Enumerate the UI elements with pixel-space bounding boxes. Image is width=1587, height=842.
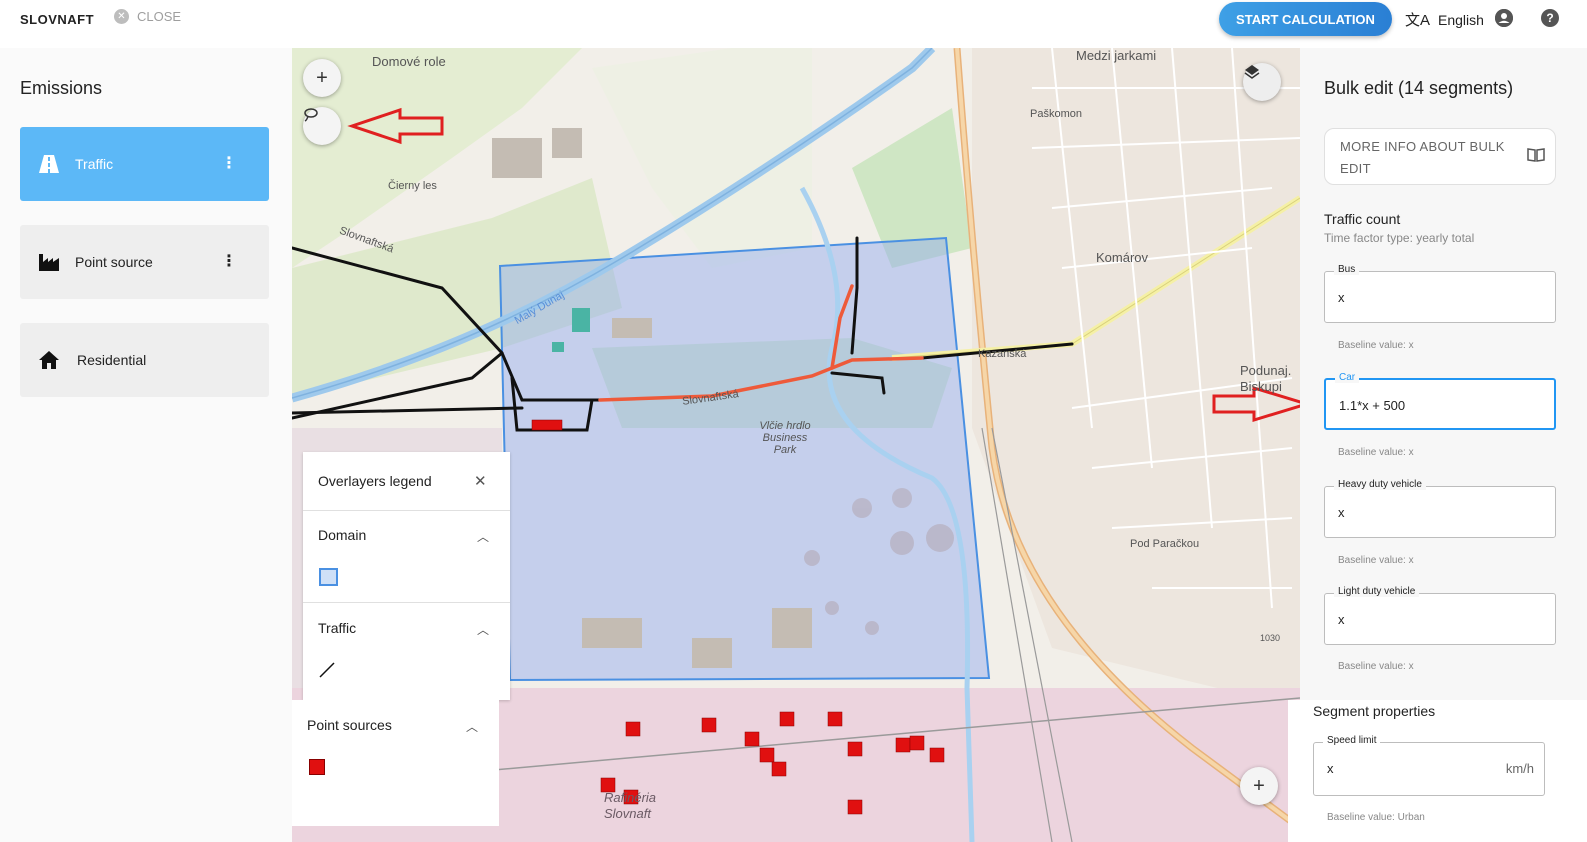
legend-title: Overlayers legend [318,473,432,489]
field-label: Heavy duty vehicle [1334,479,1426,490]
close-button[interactable]: ✕ CLOSE [114,9,181,24]
more-info-label: MORE INFO ABOUT BULK EDIT [1340,139,1505,176]
traffic-line-swatch [319,662,335,678]
category-traffic[interactable]: Traffic ⋮ [20,127,269,201]
bulk-edit-title: Bulk edit (14 segments) [1324,78,1514,98]
field-value: x [1338,612,1345,627]
category-residential[interactable]: Residential [20,323,269,397]
emissions-panel: Emissions Traffic ⋮ Point source ⋮ Resid… [0,48,292,842]
point-source-swatch [309,759,325,775]
baseline-value: Baseline value: x [1338,340,1414,351]
zoom-in-button[interactable]: + [303,59,341,97]
segment-properties-panel: Segment properties Speed limit x km/h Ba… [1288,700,1587,842]
more-info-button[interactable]: MORE INFO ABOUT BULK EDIT [1324,128,1556,185]
bus-field[interactable]: Bus x [1324,264,1556,323]
map-label: Kazanská [978,348,1027,360]
legend-section-domain[interactable]: Domain [318,527,366,543]
translate-icon: 文A [1405,12,1431,29]
speed-limit-field[interactable]: Speed limit x km/h [1313,735,1545,796]
domain-swatch [319,568,338,586]
language-label: English [1438,11,1484,28]
time-factor-type: Time factor type: yearly total [1324,231,1475,245]
field-value: x [1327,761,1334,776]
map-label: Rafinéria Slovnaft [604,790,657,821]
map-label: 1030 [1260,633,1281,643]
field-unit: km/h [1505,761,1534,776]
category-label: Traffic [75,156,114,172]
chevron-up-icon[interactable]: ︿ [466,718,478,735]
road-icon [39,155,59,173]
field-value: 1.1*x + 500 [1339,398,1406,413]
baseline-value: Baseline value: x [1338,447,1414,458]
overlayers-legend-point-sources: Point sources ︿ [292,700,499,826]
zoom-in-button-secondary[interactable]: + [1240,767,1278,805]
start-calculation-button[interactable]: START CALCULATION [1219,2,1392,36]
account-icon[interactable] [1495,9,1513,27]
close-icon: ✕ [114,9,129,24]
layers-icon [1244,65,1260,79]
divider [303,510,510,511]
map-label: Domové role [372,54,446,69]
more-vert-icon[interactable]: ⋮ [221,254,237,270]
more-vert-icon[interactable]: ⋮ [221,156,237,172]
map-label: Pod Paračkou [1130,538,1200,550]
home-icon [39,351,59,369]
category-label: Point source [75,254,153,270]
field-label: Bus [1334,264,1360,275]
baseline-value: Baseline value: x [1338,661,1414,672]
lasso-select-button[interactable] [303,107,341,145]
lasso-icon [304,108,318,122]
segment-properties-heading: Segment properties [1313,703,1436,719]
map-label: Paškomon [1030,108,1082,120]
category-label: Residential [77,352,147,368]
chevron-up-icon[interactable]: ︿ [477,528,489,545]
factory-icon [39,254,59,271]
divider [303,602,510,603]
field-value: x [1338,290,1345,305]
legend-section-traffic[interactable]: Traffic [318,620,356,636]
field-value: x [1338,505,1345,520]
close-label: CLOSE [137,9,182,24]
help-icon[interactable]: ? [1541,9,1559,27]
light-duty-vehicle-field[interactable]: Light duty vehicle x [1324,586,1556,645]
language-selector[interactable]: 文A English [1405,9,1484,30]
layers-button[interactable] [1243,63,1281,101]
field-label: Light duty vehicle [1334,586,1420,597]
baseline-value: Baseline value: Urban [1327,812,1425,823]
map-label: Vlčie hrdlo Business Park [759,420,811,456]
traffic-count-heading: Traffic count [1324,211,1401,227]
overlayers-legend: Overlayers legend ✕ Domain ︿ Traffic ︿ [303,452,510,700]
legend-section-point-sources[interactable]: Point sources [307,717,392,733]
map-label: Komárov [1096,250,1149,265]
top-bar: SLOVNAFT ✕ CLOSE START CALCULATION 文A En… [0,0,1587,40]
field-label: Car [1335,372,1360,383]
heavy-duty-vehicle-field[interactable]: Heavy duty vehicle x [1324,479,1556,538]
app-brand: SLOVNAFT [20,12,95,27]
book-icon [1527,148,1545,167]
panel-title: Emissions [20,78,103,98]
baseline-value: Baseline value: x [1338,555,1414,566]
field-label: Speed limit [1323,735,1381,746]
map-label: Medzi jarkami [1076,48,1157,63]
chevron-up-icon[interactable]: ︿ [477,621,489,638]
map-label: Podunaj. Biskupi [1240,363,1292,394]
close-icon[interactable]: ✕ [474,472,487,490]
category-point-source[interactable]: Point source ⋮ [20,225,269,299]
map-label: Čierny les [388,180,437,192]
car-field[interactable]: Car 1.1*x + 500 [1324,372,1556,430]
